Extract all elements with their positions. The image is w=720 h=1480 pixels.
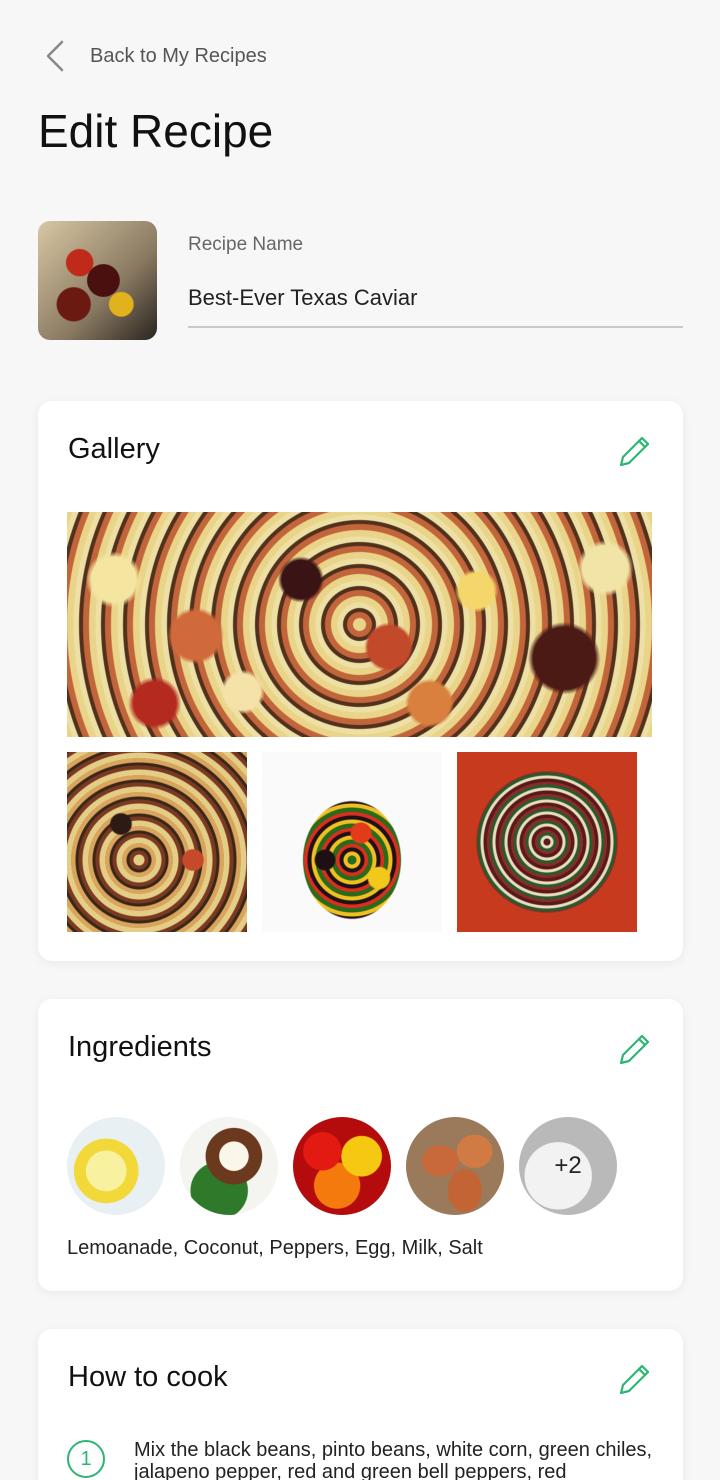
gallery-title: Gallery: [68, 433, 160, 465]
edit-ingredients-button[interactable]: [615, 1029, 655, 1069]
page-title: Edit Recipe: [38, 105, 274, 157]
how-to-cook-title: How to cook: [68, 1361, 228, 1393]
ingredient-images: +2: [67, 1117, 632, 1215]
ingredient-egg-image[interactable]: [406, 1117, 504, 1215]
how-to-cook-card: How to cook 1 Mix the black beans, pinto…: [38, 1329, 683, 1480]
recipe-thumbnail[interactable]: [38, 221, 157, 340]
gallery-photo[interactable]: [67, 752, 247, 932]
edit-steps-button[interactable]: [615, 1359, 655, 1399]
gallery-card: Gallery: [38, 401, 683, 961]
pencil-icon: [619, 436, 650, 467]
back-button[interactable]: Back to My Recipes: [40, 38, 267, 74]
gallery-photo[interactable]: [262, 752, 442, 932]
pencil-icon: [619, 1364, 650, 1395]
more-ingredients-button[interactable]: +2: [519, 1117, 617, 1215]
gallery-main-photo[interactable]: [67, 512, 652, 737]
ingredients-summary: Lemoanade, Coconut, Peppers, Egg, Milk, …: [67, 1237, 483, 1259]
step-item: 1 Mix the black beans, pinto beans, whit…: [67, 1439, 654, 1480]
recipe-name-label: Recipe Name: [188, 234, 304, 255]
pencil-icon: [619, 1034, 650, 1065]
ingredients-card: Ingredients +2 Lemoanade, Coconut, Peppe…: [38, 999, 683, 1291]
ingredient-coconut-image[interactable]: [180, 1117, 278, 1215]
ingredient-lemonade-image[interactable]: [67, 1117, 165, 1215]
more-ingredients-count: +2: [554, 1152, 582, 1179]
gallery-photo[interactable]: [457, 752, 637, 932]
chevron-left-icon: [46, 40, 64, 72]
ingredients-title: Ingredients: [68, 1031, 212, 1063]
edit-gallery-button[interactable]: [615, 431, 655, 471]
recipe-name-input[interactable]: [188, 270, 683, 328]
back-label: Back to My Recipes: [90, 44, 267, 67]
step-text: Mix the black beans, pinto beans, white …: [134, 1439, 653, 1480]
ingredient-peppers-image[interactable]: [293, 1117, 391, 1215]
step-number: 1: [67, 1440, 105, 1478]
